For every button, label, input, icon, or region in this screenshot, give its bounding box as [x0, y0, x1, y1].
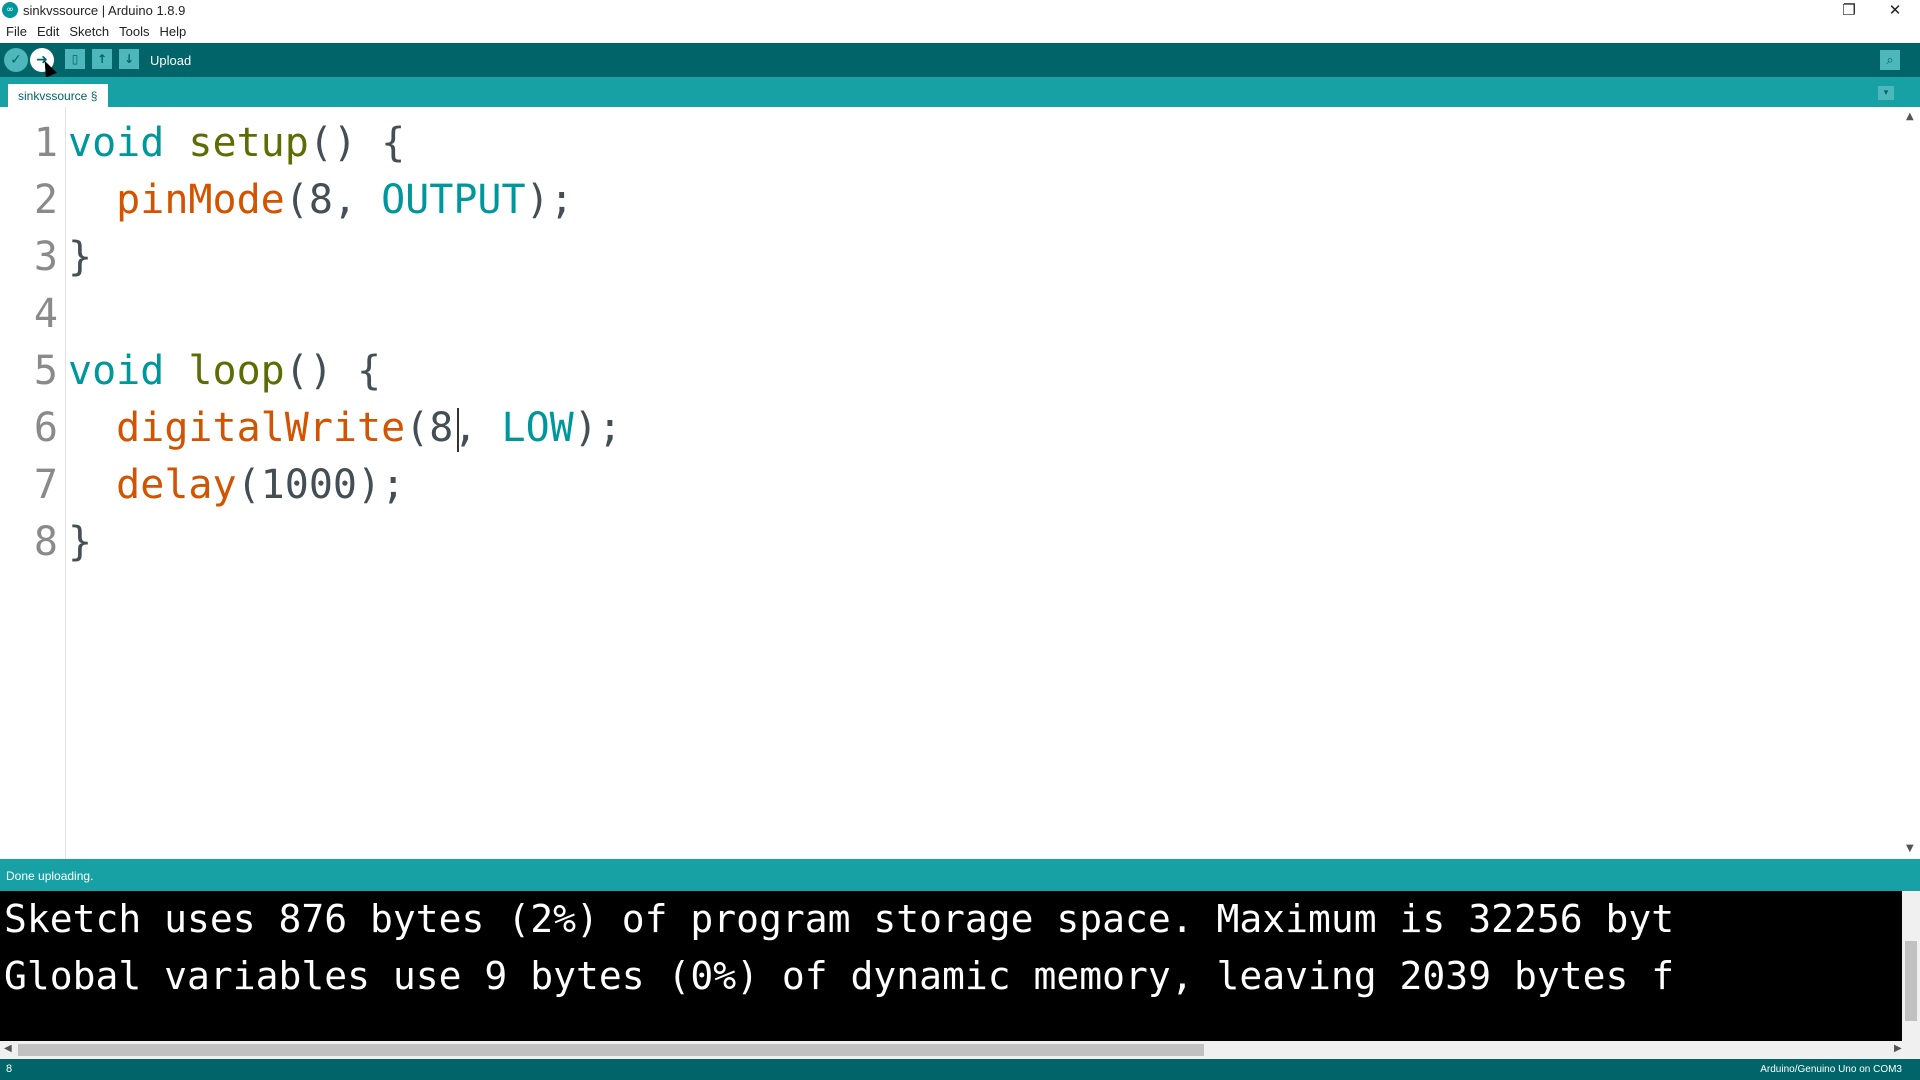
code-token: () { — [284, 348, 382, 394]
new-file-icon: ▯ — [71, 52, 79, 66]
scroll-left-icon[interactable]: ◀ — [4, 1043, 12, 1054]
text-caret — [457, 408, 459, 452]
verify-button[interactable]: ✓ — [4, 48, 28, 72]
code-line[interactable]: void loop() { — [68, 343, 381, 400]
code-token: void — [68, 120, 165, 166]
serial-monitor-button[interactable]: ⌕ — [1880, 50, 1900, 70]
title-bar: ∞ sinkvssource | Arduino 1.8.9 ❐ ✕ — [0, 0, 1920, 20]
scrollbar-thumb[interactable] — [1905, 941, 1917, 1021]
toolbar: ✓ ➜ ▯ ↑ ↓ Upload ⌕ — [0, 43, 1920, 77]
code-token: (8, — [284, 177, 382, 223]
line-number: 4 — [33, 291, 58, 337]
code-token: ); — [573, 405, 622, 451]
menu-sketch[interactable]: Sketch — [69, 24, 109, 39]
code-token: LOW — [501, 405, 574, 451]
code-token: (1000); — [236, 462, 406, 508]
line-number: 3 — [33, 234, 58, 280]
menu-bar: File Edit Sketch Tools Help — [0, 20, 1920, 43]
console-line: Sketch uses 876 bytes (2%) of program st… — [4, 897, 1675, 941]
toolbar-hint-label: Upload — [150, 53, 192, 68]
editor-vertical-scrollbar[interactable]: ▲ ▼ — [1902, 107, 1920, 859]
code-line[interactable]: pinMode(8, OUTPUT); — [68, 172, 574, 229]
tab-sinkvssource[interactable]: sinkvssource § — [8, 84, 108, 107]
save-sketch-button[interactable]: ↓ — [119, 49, 139, 69]
status-bar: Done uploading. — [0, 859, 1920, 891]
code-token: (8, — [405, 405, 502, 451]
current-line-indicator: 8 — [6, 1063, 13, 1075]
console-horizontal-scrollbar[interactable]: ◀ ▶ — [0, 1041, 1920, 1059]
code-token: setup — [188, 120, 309, 166]
code-token: () { — [308, 120, 406, 166]
line-number: 2 — [33, 177, 58, 223]
scroll-up-icon[interactable]: ▲ — [1906, 111, 1914, 122]
arrow-up-icon: ↑ — [96, 52, 108, 66]
board-port-label: Arduino/Genuino Uno on COM3 — [1760, 1064, 1902, 1075]
line-number: 1 — [33, 120, 58, 166]
status-message: Done uploading. — [6, 869, 94, 883]
line-number: 5 — [33, 348, 58, 394]
code-token: pinMode — [116, 177, 285, 223]
code-line[interactable]: delay(1000); — [68, 457, 405, 514]
code-token: delay — [116, 462, 237, 508]
menu-file[interactable]: File — [6, 24, 27, 39]
code-editor[interactable]: 1 2 3 4 5 6 7 8 void setup() { pinMode(8… — [0, 107, 1920, 859]
arrow-down-icon: ↓ — [123, 52, 135, 66]
code-token: OUTPUT — [381, 177, 526, 223]
footer-bar: 8 Arduino/Genuino Uno on COM3 — [0, 1059, 1920, 1080]
line-number: 8 — [33, 519, 58, 565]
arduino-logo-icon: ∞ — [2, 2, 18, 18]
console-vertical-scrollbar[interactable] — [1902, 891, 1920, 1041]
code-line[interactable]: } — [68, 514, 92, 571]
code-token: void — [68, 348, 165, 394]
code-token: } — [68, 234, 93, 280]
restore-window-button[interactable]: ❐ — [1826, 0, 1872, 20]
console-line: Global variables use 9 bytes (0%) of dyn… — [4, 954, 1675, 998]
line-number: 7 — [33, 462, 58, 508]
close-window-button[interactable]: ✕ — [1872, 0, 1918, 20]
code-token: ); — [525, 177, 574, 223]
console-output[interactable]: Sketch uses 876 bytes (2%) of program st… — [0, 891, 1920, 1041]
scrollbar-thumb[interactable] — [18, 1044, 1204, 1056]
code-line[interactable]: } — [68, 229, 92, 286]
new-sketch-button[interactable]: ▯ — [65, 49, 85, 69]
open-sketch-button[interactable]: ↑ — [92, 49, 112, 69]
code-token: digitalWrite — [116, 405, 406, 451]
menu-help[interactable]: Help — [159, 24, 186, 39]
window-title: sinkvssource | Arduino 1.8.9 — [23, 2, 186, 18]
menu-edit[interactable]: Edit — [37, 24, 59, 39]
scroll-down-icon[interactable]: ▼ — [1906, 843, 1914, 854]
code-line[interactable]: void setup() { — [68, 115, 405, 172]
code-line[interactable]: digitalWrite(8, LOW); — [68, 400, 622, 457]
checkmark-icon: ✓ — [10, 52, 22, 68]
code-token: loop — [188, 348, 285, 394]
line-number: 6 — [33, 405, 58, 451]
scroll-right-icon[interactable]: ▶ — [1894, 1043, 1902, 1054]
line-number-gutter: 1 2 3 4 5 6 7 8 — [0, 107, 66, 859]
chevron-down-icon: ▾ — [1883, 88, 1889, 98]
code-token: } — [68, 519, 93, 565]
magnifier-icon: ⌕ — [1886, 52, 1894, 68]
tab-menu-button[interactable]: ▾ — [1878, 86, 1894, 100]
tab-bar: sinkvssource § ▾ — [0, 77, 1920, 107]
menu-tools[interactable]: Tools — [119, 24, 149, 39]
